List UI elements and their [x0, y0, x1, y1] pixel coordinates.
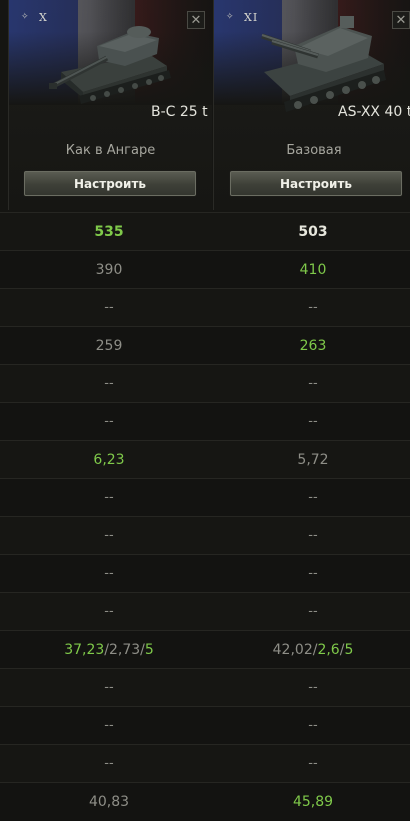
value-cell: 503 [298, 224, 328, 240]
table-row: 37,23/2,73/5 42,02/2,6/5 [0, 630, 410, 668]
composite-value-cell: 37,23/2,73/5 [8, 631, 210, 669]
france-nation-icon: ✧ [226, 12, 234, 22]
value-part: 2,73 [109, 642, 141, 658]
table-row: 40,83 45,89 [0, 782, 410, 820]
value-cell: -- [308, 376, 318, 391]
table-row: -- -- [0, 592, 410, 630]
france-nation-icon: ✧ [21, 12, 29, 22]
value-cell: -- [104, 566, 114, 581]
table-row: -- -- [0, 402, 410, 440]
vehicle-compare-header: ✧ X ✕ B-C 25 t Как в Ангаре Настроить ✧ … [0, 0, 410, 212]
value-cell: -- [308, 490, 318, 505]
table-row: 6,23 5,72 [0, 440, 410, 478]
close-icon: ✕ [395, 13, 407, 28]
table-row: -- -- [0, 288, 410, 326]
value-cell: -- [308, 680, 318, 695]
value-cell: 259 [95, 338, 123, 354]
vehicle-name: AS-XX 40 t [338, 104, 410, 120]
value-part: 2,6 [317, 642, 340, 658]
value-cell: 410 [299, 262, 327, 278]
table-row: -- -- [0, 706, 410, 744]
value-cell: 263 [299, 338, 327, 354]
value-cell: -- [308, 528, 318, 543]
vehicle-card-2: ✧ XI ✕ AS-XX 40 t Базовая Настроить [213, 0, 410, 210]
remove-vehicle-button[interactable]: ✕ [187, 11, 205, 29]
configure-button[interactable]: Настроить [230, 171, 402, 196]
value-cell: 6,23 [93, 452, 125, 468]
vehicle-name: B-C 25 t [151, 104, 208, 120]
vehicle-configuration-label: Базовая [286, 143, 342, 158]
value-cell: -- [308, 604, 318, 619]
value-cell: 5,72 [297, 452, 329, 468]
value-cell: -- [308, 414, 318, 429]
tank-image [49, 26, 171, 104]
table-row: -- -- [0, 516, 410, 554]
table-row: -- -- [0, 554, 410, 592]
table-row: 535 503 [0, 212, 410, 250]
value-cell: -- [104, 300, 114, 315]
value-cell: -- [308, 300, 318, 315]
parameters-comparison-table: 535 503 390 410 -- -- 259 263 -- -- -- -… [0, 212, 410, 820]
value-cell: -- [308, 718, 318, 733]
tank-image [261, 16, 386, 112]
remove-vehicle-button[interactable]: ✕ [392, 11, 410, 29]
value-cell: 45,89 [292, 794, 334, 810]
value-cell: -- [104, 604, 114, 619]
table-row: -- -- [0, 478, 410, 516]
configure-button[interactable]: Настроить [24, 171, 196, 196]
value-cell: -- [308, 756, 318, 771]
table-row: 259 263 [0, 326, 410, 364]
value-cell: -- [104, 490, 114, 505]
value-cell: 390 [95, 262, 123, 278]
value-part: 42,02 [272, 642, 313, 658]
value-part: 5 [344, 642, 354, 658]
vehicle-card-1: ✧ X ✕ B-C 25 t Как в Ангаре Настроить [8, 0, 212, 210]
value-cell: -- [308, 566, 318, 581]
value-cell: 535 [94, 224, 124, 240]
value-cell: 40,83 [88, 794, 130, 810]
value-cell: -- [104, 376, 114, 391]
value-cell: -- [104, 528, 114, 543]
value-cell: -- [104, 718, 114, 733]
value-cell: -- [104, 414, 114, 429]
value-part: 5 [144, 642, 154, 658]
value-cell: -- [104, 756, 114, 771]
table-row: -- -- [0, 668, 410, 706]
value-cell: -- [104, 680, 114, 695]
vehicle-configuration-label: Как в Ангаре [65, 143, 156, 158]
value-part: 37,23 [64, 642, 105, 658]
table-row: 390 410 [0, 250, 410, 288]
table-row: -- -- [0, 744, 410, 782]
close-icon: ✕ [190, 13, 202, 28]
composite-value-cell: 42,02/2,6/5 [213, 631, 410, 669]
table-row: -- -- [0, 364, 410, 402]
